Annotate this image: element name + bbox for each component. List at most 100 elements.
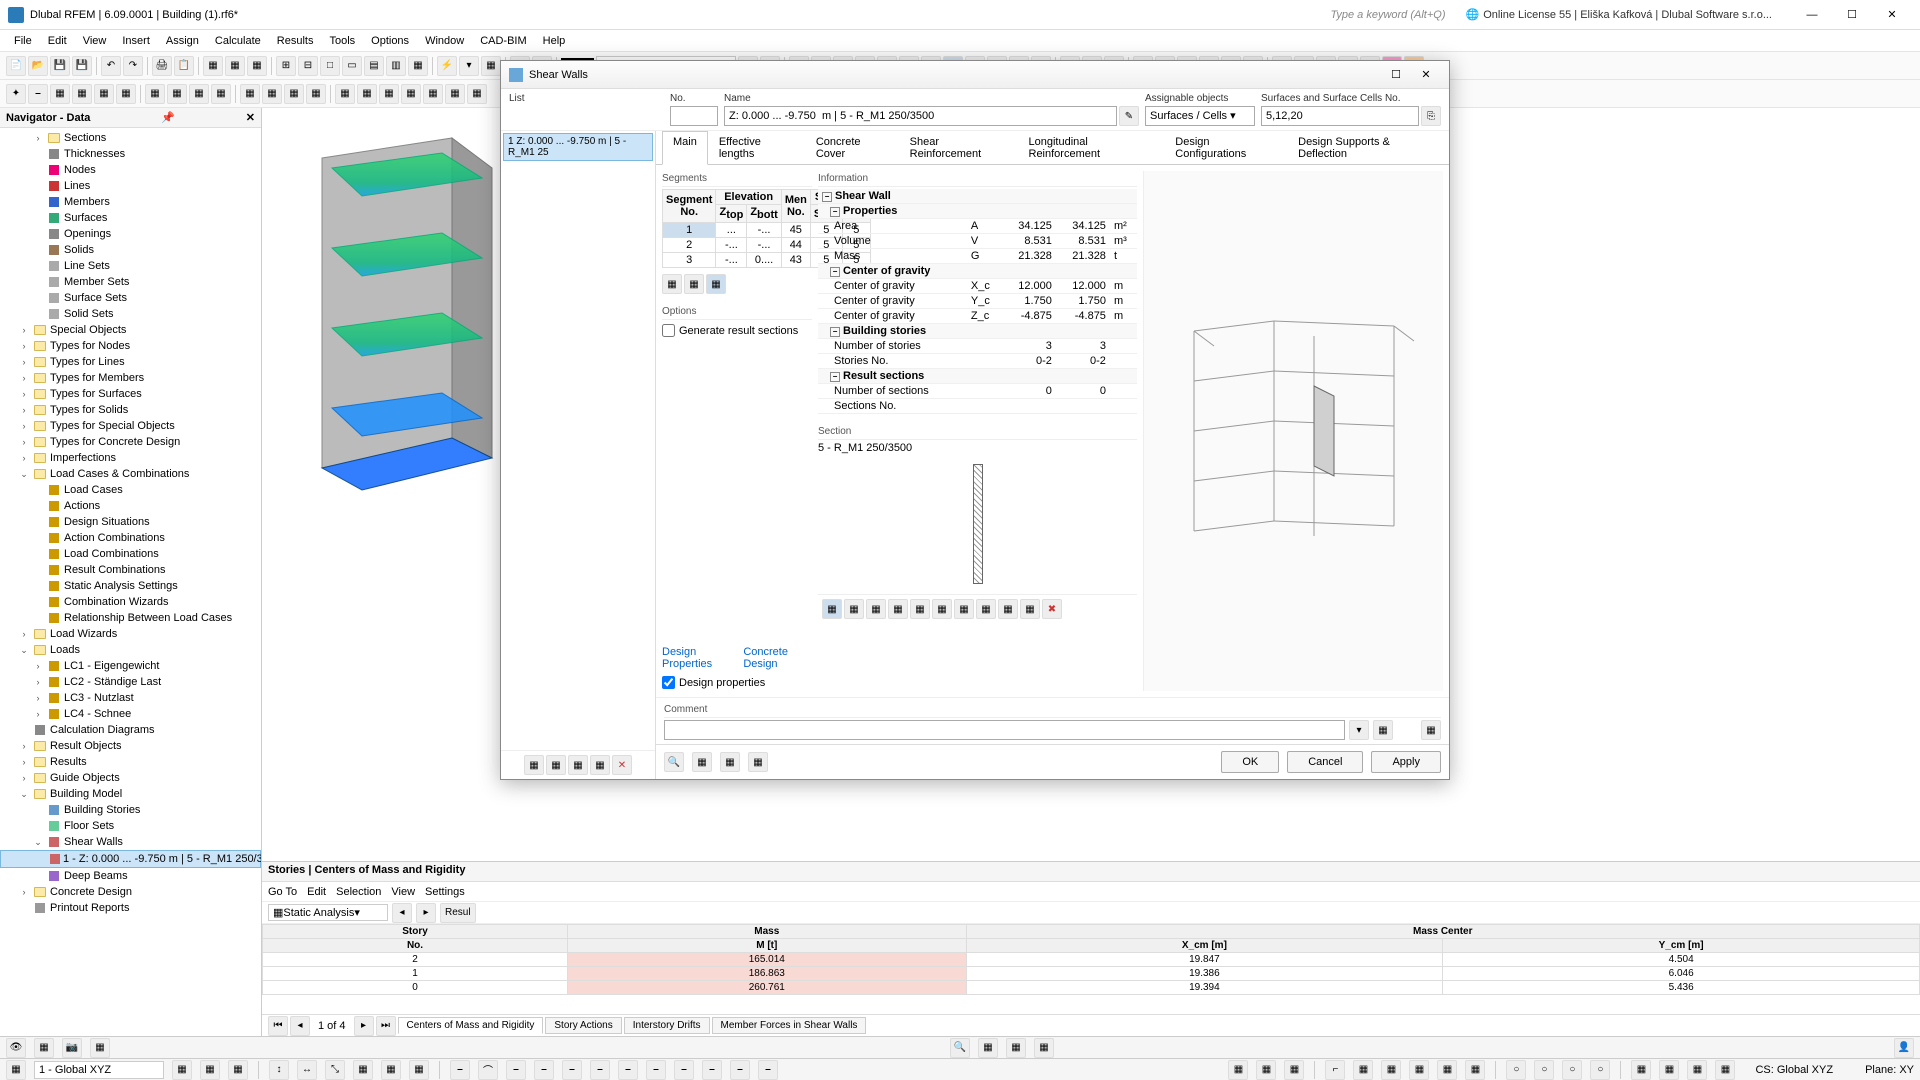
tool-icon[interactable]: ▦ — [866, 599, 886, 619]
tool-icon[interactable]: ▦ — [481, 56, 501, 76]
tab-supports-defl[interactable]: Design Supports & Deflection — [1287, 131, 1443, 164]
tool-icon[interactable]: ⊟ — [298, 56, 318, 76]
tree-item[interactable]: ⌄Shear Walls — [0, 834, 261, 850]
tool-icon[interactable]: ▦ — [408, 56, 428, 76]
seg-tool-icon[interactable]: ▦ — [662, 274, 682, 294]
tree-item[interactable]: ›Results — [0, 754, 261, 770]
tree-item[interactable]: Thicknesses — [0, 146, 261, 162]
generate-result-sections-checkbox[interactable] — [662, 324, 675, 337]
tool-icon[interactable]: ▦ — [262, 84, 282, 104]
tool-icon[interactable]: ▦ — [357, 84, 377, 104]
redo-icon[interactable]: ↷ — [123, 56, 143, 76]
tool-icon[interactable]: ▦ — [379, 84, 399, 104]
close-panel-icon[interactable]: ✕ — [246, 111, 255, 124]
apply-button[interactable]: Apply — [1371, 751, 1441, 773]
tool-icon[interactable]: ▦ — [445, 84, 465, 104]
tool-icon[interactable]: ▭ — [342, 56, 362, 76]
tree-item[interactable]: ⌄Loads — [0, 642, 261, 658]
list-item[interactable]: 1 Z: 0.000 ... -9.750 m | 5 - R_M1 25 — [503, 133, 653, 161]
add-icon[interactable]: ▦ — [524, 755, 544, 775]
tool-icon[interactable]: ⌒ — [478, 1060, 498, 1080]
tool-icon[interactable]: ▦ — [1006, 1038, 1026, 1058]
tree-item[interactable]: Solids — [0, 242, 261, 258]
tab-eff-lengths[interactable]: Effective lengths — [708, 131, 805, 164]
tool-icon[interactable]: ▦ — [306, 84, 326, 104]
menu-file[interactable]: File — [6, 33, 40, 49]
menu-calculate[interactable]: Calculate — [207, 33, 269, 49]
tree-item[interactable]: Load Cases — [0, 482, 261, 498]
calc-icon[interactable]: ⚡ — [437, 56, 457, 76]
menu-assign[interactable]: Assign — [158, 33, 207, 49]
tree-item[interactable]: Lines — [0, 178, 261, 194]
tool-icon[interactable]: ▥ — [386, 56, 406, 76]
tool-icon[interactable]: ○ — [1590, 1060, 1610, 1080]
cs-combo[interactable] — [34, 1061, 164, 1079]
tree-item[interactable]: Member Sets — [0, 274, 261, 290]
new-icon[interactable]: 📄 — [6, 56, 26, 76]
bp-menu-edit[interactable]: Edit — [307, 886, 326, 898]
tool-icon[interactable]: ▦ — [50, 84, 70, 104]
edit-name-icon[interactable]: ✎ — [1119, 106, 1139, 126]
tool-icon[interactable]: ▦ — [167, 84, 187, 104]
prev-icon[interactable]: ◂ — [392, 903, 412, 923]
tool-icon[interactable]: ⎯ — [674, 1060, 694, 1080]
tool-icon[interactable]: ▦ — [976, 599, 996, 619]
save-icon[interactable]: 💾 — [50, 56, 70, 76]
tool-icon[interactable]: ▦ — [590, 755, 610, 775]
tool-icon[interactable]: ▦ — [1381, 1060, 1401, 1080]
tool-icon[interactable]: ▦ — [998, 599, 1018, 619]
dialog-close-button[interactable]: ✕ — [1411, 68, 1441, 81]
tree-item[interactable]: ›Guide Objects — [0, 770, 261, 786]
tree-item[interactable]: Line Sets — [0, 258, 261, 274]
design-properties-link[interactable]: Design Properties — [662, 646, 735, 670]
result-button[interactable]: Resul — [440, 903, 476, 923]
minimize-button[interactable]: — — [1792, 1, 1832, 29]
menu-cadbim[interactable]: CAD-BIM — [472, 33, 534, 49]
tool-icon[interactable]: ▦ — [211, 84, 231, 104]
close-button[interactable]: ✕ — [1872, 1, 1912, 29]
tool-icon[interactable]: ⎯ — [618, 1060, 638, 1080]
next-icon[interactable]: ▸ — [416, 903, 436, 923]
tree-item[interactable]: Surface Sets — [0, 290, 261, 306]
tool-icon[interactable]: ▦ — [335, 84, 355, 104]
menu-insert[interactable]: Insert — [114, 33, 158, 49]
tool-icon[interactable]: ▦ — [568, 755, 588, 775]
surfaces-input[interactable] — [1261, 106, 1419, 126]
tool-icon[interactable]: ▦ — [1353, 1060, 1373, 1080]
table-row[interactable]: 2165.01419.8474.504 — [263, 953, 1920, 967]
tool-icon[interactable]: ▦ — [381, 1060, 401, 1080]
tool-icon[interactable]: ▦ — [145, 84, 165, 104]
tree-item[interactable]: Load Combinations — [0, 546, 261, 562]
tree-item[interactable]: Members — [0, 194, 261, 210]
tool-icon[interactable]: ▦ — [409, 1060, 429, 1080]
tool-icon[interactable]: ▦ — [90, 1038, 110, 1058]
tab-member-forces[interactable]: Member Forces in Shear Walls — [712, 1017, 867, 1034]
concrete-design-link[interactable]: Concrete Design — [743, 646, 812, 670]
tool-icon[interactable]: ▦ — [1659, 1060, 1679, 1080]
bp-menu-settings[interactable]: Settings — [425, 886, 465, 898]
bp-menu-view[interactable]: View — [391, 886, 415, 898]
tab-story-actions[interactable]: Story Actions — [545, 1017, 621, 1034]
tree-item[interactable]: Relationship Between Load Cases — [0, 610, 261, 626]
tree-item[interactable]: Result Combinations — [0, 562, 261, 578]
tool-icon[interactable]: ▦ — [888, 599, 908, 619]
tool-icon[interactable]: ⎯ — [590, 1060, 610, 1080]
tool-icon[interactable]: ⌐ — [1325, 1060, 1345, 1080]
bottom-panel-table[interactable]: Story Mass Mass Center No. M [t] X_cm [m… — [262, 924, 1920, 1014]
tree-item[interactable]: Surfaces — [0, 210, 261, 226]
tool-icon[interactable]: □ — [320, 56, 340, 76]
eye-icon[interactable]: 👁 — [6, 1038, 26, 1058]
ok-button[interactable]: OK — [1221, 751, 1279, 773]
tree-item[interactable]: 1 - Z: 0.000 ... -9.750 m | 5 - R_M1 250… — [0, 850, 261, 868]
tool-icon[interactable]: ▦ — [353, 1060, 373, 1080]
tool-icon[interactable]: ↔ — [297, 1060, 317, 1080]
next-icon[interactable]: ▸ — [354, 1016, 374, 1036]
tree-item[interactable]: ›Types for Concrete Design — [0, 434, 261, 450]
tool-icon[interactable]: ▦ — [34, 1038, 54, 1058]
tree-item[interactable]: ›Types for Lines — [0, 354, 261, 370]
tool-icon[interactable]: ○ — [1506, 1060, 1526, 1080]
menu-help[interactable]: Help — [535, 33, 574, 49]
tool-icon[interactable]: ▦ — [1715, 1060, 1735, 1080]
tool-icon[interactable]: ▦ — [910, 599, 930, 619]
design-properties-checkbox[interactable] — [662, 676, 675, 689]
